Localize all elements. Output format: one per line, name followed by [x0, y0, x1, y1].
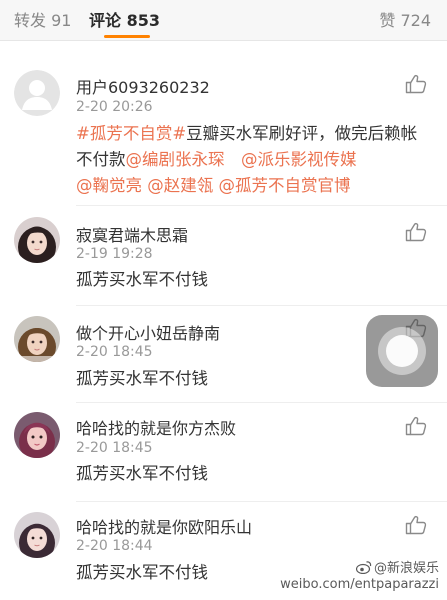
watermark-brand-text: @新浪娱乐: [373, 561, 439, 576]
mention-link[interactable]: @赵建瓴: [147, 176, 213, 195]
comment-username[interactable]: 哈哈找的就是你方杰败: [76, 415, 236, 439]
comment-body: #孤芳不自赏#豆瓣买水军刷好评，做完后赖帐不付款@编剧张永琛 @派乐影视传媒 @鞠…: [76, 121, 426, 199]
watermark-brand: @新浪娱乐: [355, 557, 439, 578]
tab-likes-count: 724: [400, 11, 431, 30]
tab-reposts-count: 91: [51, 11, 72, 30]
tab-bar: 转发 91 评论 853 赞 724: [0, 0, 447, 41]
default-avatar[interactable]: [14, 70, 60, 116]
comment-username[interactable]: 做个开心小妞岳静南: [76, 320, 220, 344]
thumbs-up-icon[interactable]: [405, 515, 427, 535]
thumbs-up-icon[interactable]: [405, 416, 427, 436]
tab-likes-label: 赞: [379, 11, 396, 30]
tab-likes[interactable]: 赞 724: [379, 7, 431, 31]
divider: [76, 305, 447, 306]
divider: [76, 402, 447, 403]
weibo-logo-icon: [355, 560, 372, 578]
mention-link[interactable]: @鞠觉亮: [76, 176, 142, 195]
watermark-url: weibo.com/entpaparazzi: [280, 577, 439, 592]
comment-time: 2-20 18:45: [76, 440, 153, 456]
comment-time: 2-20 18:44: [76, 538, 153, 554]
girl-avatar-4[interactable]: [14, 512, 60, 558]
girl-avatar-2[interactable]: [14, 316, 60, 362]
girl-avatar-3[interactable]: [14, 412, 60, 458]
tab-comments-label: 评论: [89, 11, 122, 30]
divider: [76, 205, 447, 206]
comment-text-space: [225, 150, 242, 169]
comment-page: 转发 91 评论 853 赞 724 用户6093260232 2-20 20:…: [0, 0, 447, 600]
hashtag-link[interactable]: #孤芳不自赏#: [76, 124, 186, 143]
thumbs-up-icon[interactable]: [405, 74, 427, 94]
thumbs-up-icon[interactable]: [405, 222, 427, 242]
tab-reposts-label: 转发: [14, 11, 47, 30]
mention-link[interactable]: @孤芳不自赏官博: [219, 176, 351, 195]
divider: [76, 501, 447, 502]
active-tab-indicator: [104, 35, 150, 38]
assistive-touch-core: [386, 335, 418, 367]
comment-time: 2-20 18:45: [76, 344, 153, 360]
comment-time: 2-20 20:26: [76, 99, 153, 115]
comment-time: 2-19 19:28: [76, 246, 153, 262]
tab-comments-count: 853: [126, 11, 160, 30]
comment-body: 孤芳买水军不付钱: [76, 464, 208, 483]
tab-reposts[interactable]: 转发 91: [14, 7, 71, 31]
comment-username[interactable]: 哈哈找的就是你欧阳乐山: [76, 514, 252, 538]
tab-comments[interactable]: 评论 853: [89, 7, 160, 31]
mention-link[interactable]: @派乐影视传媒: [241, 150, 357, 169]
comment-body: 孤芳买水军不付钱: [76, 270, 208, 289]
girl-avatar-1[interactable]: [14, 217, 60, 263]
comment-username[interactable]: 寂寞君端木思霜: [76, 222, 188, 246]
assistive-touch-icon[interactable]: [366, 315, 438, 387]
comment-username[interactable]: 用户6093260232: [76, 74, 210, 98]
mention-link[interactable]: @编剧张永琛: [126, 150, 225, 169]
